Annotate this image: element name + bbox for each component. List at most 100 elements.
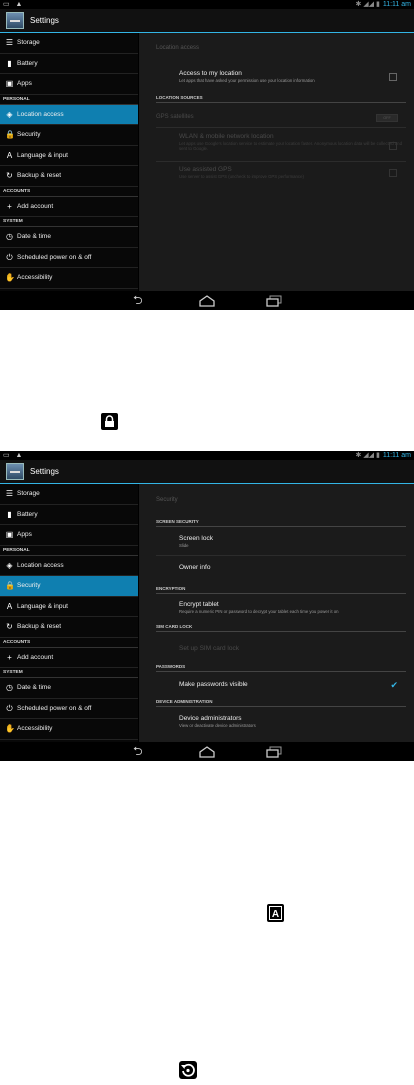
- access-to-my-location-setting[interactable]: Access to my location Let apps that have…: [179, 70, 404, 83]
- divider: [156, 127, 406, 128]
- setting-title: Owner info: [179, 564, 211, 571]
- back-icon[interactable]: ⮌: [133, 745, 151, 757]
- power-icon: ⏻: [6, 252, 13, 262]
- wlan-location-setting[interactable]: WLAN & mobile network location Let apps …: [179, 133, 404, 151]
- setting-title: Screen lock: [179, 535, 213, 542]
- sidebar-item-label: Date & time: [17, 684, 51, 691]
- sidebar-item-storage[interactable]: ☰ Storage: [0, 484, 138, 505]
- apps-icon: ▣: [5, 530, 14, 539]
- screenshot-security: ▭ ▲ ✱ ◢◢ ▮ 11:11 am Settings ☰ Storage ▮ Bat…: [0, 451, 414, 761]
- sidebar-item-label: Accessibility: [17, 725, 53, 732]
- storage-icon: ☰: [5, 38, 14, 47]
- location-access-panel: Location access Access to my location Le…: [139, 33, 414, 291]
- checkbox[interactable]: [389, 169, 397, 177]
- sidebar-item-date-time[interactable]: ◷ Date & time: [0, 227, 138, 248]
- status-bar: ▭ ▲ ✱ ◢◢ ▮ 11:11 am: [0, 451, 414, 460]
- clock-icon: ◷: [6, 232, 13, 241]
- setting-title: Encrypt tablet: [179, 601, 219, 608]
- setting-title: Set up SIM card lock: [179, 645, 239, 652]
- sidebar-item-storage[interactable]: ☰ Storage: [0, 33, 138, 54]
- navigation-bar: ⮌: [0, 742, 414, 761]
- sidebar-item-apps[interactable]: ▣ Apps: [0, 525, 138, 546]
- home-icon[interactable]: [198, 745, 216, 758]
- page-title: Security: [156, 497, 178, 503]
- sidebar-item-battery[interactable]: ▮ Battery: [0, 54, 138, 74]
- divider: [156, 161, 406, 162]
- sidebar-section-header: SYSTEM: [0, 668, 138, 678]
- svg-text:A: A: [272, 909, 279, 920]
- settings-app-icon[interactable]: [6, 463, 24, 480]
- sidebar-item-label: Apps: [17, 531, 32, 538]
- setting-summary: Use server to assist GPS (uncheck to imp…: [179, 174, 304, 179]
- sidebar-item-language-input[interactable]: A Language & input: [0, 597, 138, 617]
- setting-summary: Slide: [179, 543, 189, 548]
- sidebar-item-label: Location access: [17, 110, 64, 118]
- encrypt-tablet-setting[interactable]: Encrypt tablet Require a numeric PIN or …: [179, 601, 404, 614]
- hand-icon: ✋: [5, 273, 15, 282]
- make-passwords-visible-setting[interactable]: Make passwords visible ✔: [179, 680, 404, 691]
- checkbox[interactable]: [389, 73, 397, 81]
- section-header: LOCATION SOURCES: [156, 95, 406, 103]
- sidebar-item-security[interactable]: 🔒 Security: [0, 576, 138, 597]
- sidebar-item-label: Security: [17, 131, 41, 138]
- checkbox[interactable]: [389, 142, 397, 150]
- backup-icon: ↻: [6, 171, 13, 180]
- owner-info-setting[interactable]: Owner info: [179, 564, 404, 571]
- sidebar-section-header: ACCOUNTS: [0, 638, 138, 648]
- sidebar-item-location-access[interactable]: ◈ Location access: [0, 556, 138, 576]
- sidebar-item-accessibility[interactable]: ✋ Accessibility: [0, 268, 138, 289]
- sidebar-item-apps[interactable]: ▣ Apps: [0, 74, 138, 95]
- sidebar-item-battery[interactable]: ▮ Battery: [0, 505, 138, 525]
- setting-summary: Let apps use Google's location service t…: [179, 141, 402, 151]
- status-right: ✱ ◢◢ ▮ 11:11 am: [355, 451, 411, 459]
- screen-lock-setting[interactable]: Screen lock Slide: [179, 535, 404, 548]
- assisted-gps-setting[interactable]: Use assisted GPS Use server to assist GP…: [179, 166, 404, 179]
- sidebar-item-language-input[interactable]: A Language & input: [0, 146, 138, 166]
- setting-title: WLAN & mobile network location: [179, 133, 274, 140]
- section-header: SIM CARD LOCK: [156, 624, 406, 632]
- sidebar-item-label: Date & time: [17, 233, 51, 240]
- setting-summary: Let apps that have asked your permission…: [179, 78, 315, 83]
- clock: 11:11 am: [382, 452, 411, 459]
- screenshot-location-access: ▭ ▲ ✱ ◢◢ ▮ 11:11 am Settings ☰ Storage ▮ Bat…: [0, 0, 414, 310]
- sidebar-item-label: Battery: [17, 510, 38, 518]
- sidebar-item-label: Backup & reset: [17, 623, 62, 630]
- sidebar-item-location-access[interactable]: ◈ Location access: [0, 104, 138, 125]
- sidebar-item-backup-reset[interactable]: ↻ Backup & reset: [0, 617, 138, 638]
- recent-apps-icon[interactable]: [265, 745, 283, 758]
- settings-app-icon[interactable]: [6, 12, 24, 29]
- setting-title: Device administrators: [179, 715, 242, 722]
- gps-toggle[interactable]: OFF: [376, 114, 398, 122]
- section-header: PASSWORDS: [156, 664, 406, 672]
- sidebar-item-scheduled-power-on-off[interactable]: ⏻ Scheduled power on & off: [0, 699, 138, 719]
- sidebar-item-add-account[interactable]: + Add account: [0, 197, 138, 217]
- setting-title: Make passwords visible: [179, 681, 248, 688]
- sidebar-section-header: SYSTEM: [0, 217, 138, 227]
- section-header: SCREEN SECURITY: [156, 519, 406, 527]
- sidebar-item-date-time[interactable]: ◷ Date & time: [0, 678, 138, 699]
- sidebar-item-label: Language & input: [17, 602, 68, 610]
- clock: 11:11 am: [382, 1, 411, 8]
- setting-summary: View or deactivate device administrators: [179, 723, 256, 728]
- sidebar-item-label: Battery: [17, 59, 38, 67]
- back-icon[interactable]: ⮌: [133, 294, 151, 306]
- sidebar-item-scheduled-power-on-off[interactable]: ⏻ Scheduled power on & off: [0, 248, 138, 268]
- sidebar-item-label: Language & input: [17, 151, 68, 159]
- home-icon[interactable]: [198, 294, 216, 307]
- clock-icon: ◷: [6, 683, 13, 692]
- battery-icon: ▮: [7, 509, 12, 519]
- sidebar-item-label: Add account: [17, 653, 54, 661]
- sidebar-item-label: Storage: [17, 490, 40, 497]
- sidebar-item-add-account[interactable]: + Add account: [0, 648, 138, 668]
- recent-apps-icon[interactable]: [265, 294, 283, 307]
- sidebar-item-label: Location access: [17, 561, 64, 569]
- sidebar-item-accessibility[interactable]: ✋ Accessibility: [0, 719, 138, 740]
- action-bar: Settings: [0, 460, 414, 484]
- storage-icon: ☰: [5, 489, 14, 498]
- sidebar-item-security[interactable]: 🔒 Security: [0, 125, 138, 146]
- checkbox-checked-icon[interactable]: ✔: [390, 680, 398, 691]
- device-administrators-setting[interactable]: Device administrators View or deactivate…: [179, 715, 404, 728]
- sim-lock-setting[interactable]: Set up SIM card lock: [179, 645, 404, 652]
- sidebar-item-label: Storage: [17, 39, 40, 46]
- sidebar-item-backup-reset[interactable]: ↻ Backup & reset: [0, 166, 138, 187]
